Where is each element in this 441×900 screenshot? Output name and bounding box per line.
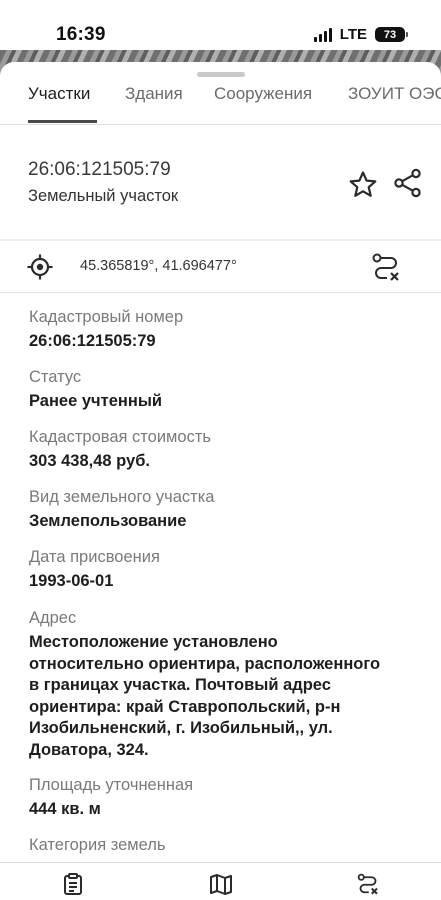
property-address: Адрес Местоположение установлено относит…	[29, 608, 419, 761]
sheet-drag-handle[interactable]	[197, 72, 245, 77]
signal-icon	[313, 27, 332, 42]
address-line: в границах участка. Почтовый адрес	[29, 676, 331, 694]
address-line: Местоположение установлено	[29, 633, 278, 651]
address-line: ориентира: край Ставропольский, р-н	[29, 697, 341, 716]
property-label: Категория земель	[29, 836, 166, 854]
battery-icon: 73	[375, 27, 408, 42]
property-label: Адрес	[29, 609, 77, 627]
address-line: Изобильненский, г. Изобильный,, ул.	[29, 719, 333, 737]
property-value: 444 кв. м	[29, 800, 101, 818]
route-icon[interactable]	[356, 872, 380, 896]
object-info-sheet: Участки Здания Сооружения ЗОУИТ ОЭС 26:0…	[0, 62, 441, 900]
property-land-category: Категория земель	[29, 835, 419, 855]
tab-zouit[interactable]: ЗОУИТ ОЭС	[348, 84, 441, 104]
object-header: 26:06:121505:79 Земельный участок	[0, 125, 441, 239]
crosshair-icon[interactable]	[27, 254, 53, 280]
tab-structures[interactable]: Сооружения	[214, 84, 312, 104]
object-cadastral-number: 26:06:121505:79	[28, 159, 171, 180]
tab-bar: Участки Здания Сооружения ЗОУИТ ОЭС	[0, 82, 441, 124]
property-value: Ранее учтенный	[29, 392, 163, 410]
active-tab-indicator	[28, 120, 97, 123]
property-value-address: Местоположение установлено относительно …	[29, 632, 419, 761]
coordinates-row: 45.365819°, 41.696477°	[0, 241, 441, 293]
network-type: LTE	[339, 26, 367, 43]
object-type: Земельный участок	[28, 187, 179, 205]
property-assignment-date: Дата присвоения 1993-06-01	[29, 547, 419, 593]
property-refined-area: Площадь уточненная 444 кв. м	[29, 775, 419, 821]
star-icon[interactable]	[347, 169, 379, 201]
property-label: Вид земельного участка	[29, 488, 215, 506]
property-label: Площадь уточненная	[29, 776, 194, 794]
share-icon[interactable]	[392, 167, 424, 199]
route-icon[interactable]	[370, 251, 402, 283]
property-value: 26:06:121505:79	[29, 332, 156, 350]
status-indicators: LTE 73	[313, 26, 408, 43]
map-icon[interactable]	[209, 872, 233, 896]
address-line: относительно ориентира, расположенного	[29, 654, 381, 673]
tab-buildings[interactable]: Здания	[125, 84, 183, 104]
property-label: Кадастровый номер	[29, 308, 184, 326]
property-label: Кадастровая стоимость	[29, 428, 211, 446]
property-label: Статус	[29, 368, 82, 386]
battery-level: 73	[383, 28, 397, 41]
clipboard-icon[interactable]	[61, 872, 85, 896]
property-label: Дата присвоения	[29, 548, 160, 566]
property-value: 303 438,48 руб.	[29, 452, 150, 470]
property-value: Землепользование	[29, 512, 187, 530]
bottom-navigation	[0, 862, 441, 900]
property-status: Статус Ранее учтенный	[29, 367, 419, 413]
property-cadastral-number: Кадастровый номер 26:06:121505:79	[29, 307, 419, 353]
tab-plots[interactable]: Участки	[28, 84, 90, 104]
address-line: Доватора, 324.	[29, 740, 149, 759]
status-time: 16:39	[56, 24, 106, 45]
property-cadastral-value: Кадастровая стоимость 303 438,48 руб.	[29, 427, 419, 473]
property-value: 1993-06-01	[29, 572, 114, 590]
property-plot-kind: Вид земельного участка Землепользование	[29, 487, 419, 533]
coordinates-value[interactable]: 45.365819°, 41.696477°	[80, 258, 237, 274]
